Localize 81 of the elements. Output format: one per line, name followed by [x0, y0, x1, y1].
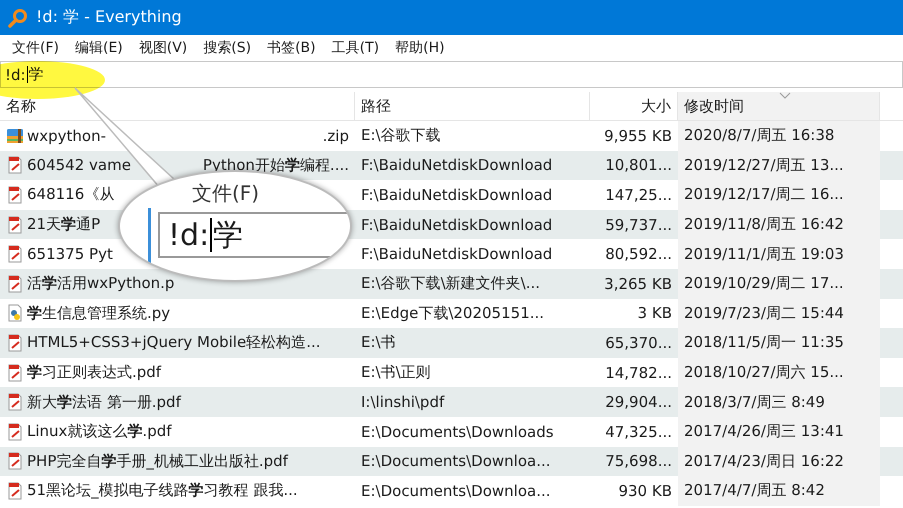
file-path: E:\谷歌下载: [361, 126, 441, 146]
file-path: E:\Documents\Downloads: [361, 422, 554, 441]
file-size: 14,782...: [605, 364, 672, 382]
pdf-file-icon: [6, 245, 24, 264]
modified-date: 2019/7/23/周二 15:44: [684, 304, 844, 323]
modified-date: 2018/3/7/周三 8:49: [684, 392, 825, 412]
file-path: F:\BaiduNetdiskDownload: [361, 186, 552, 204]
magnifier-icon: [8, 8, 28, 28]
file-name: HTML5+CSS3+jQuery Mobile轻松构造...: [27, 333, 321, 352]
file-size: 75,698...: [605, 452, 672, 470]
file-name: 活学活用wxPython.p: [27, 274, 174, 294]
file-size: 29,904...: [605, 393, 672, 412]
file-name: 学习正则表达式.pdf: [27, 363, 162, 382]
file-size: 3,265 KB: [604, 274, 672, 293]
file-path: E:\Edge下载\20205151...: [361, 304, 544, 323]
file-name: 学生信息管理系统.py: [27, 304, 170, 323]
column-header[interactable]: 路径: [355, 92, 590, 120]
file-size: 65,370...: [605, 334, 672, 352]
modified-date: 2019/11/8/周五 16:42: [684, 215, 844, 234]
pdf-file-icon: [6, 334, 24, 352]
file-name: PHP完全自学手册_机械工业出版社.pdf: [27, 452, 288, 471]
window-title: !d: 学 - Everything: [36, 7, 182, 28]
python-file-icon: [6, 304, 24, 322]
file-name: .zip: [322, 126, 349, 145]
magnified-menu-text: 文件(F): [192, 180, 260, 207]
pdf-file-icon: [6, 186, 24, 204]
menu-item[interactable]: 文件(F): [4, 38, 67, 56]
menu-item[interactable]: 帮助(H): [387, 38, 453, 56]
modified-date: 2017/4/26/周三 13:41: [684, 422, 844, 442]
file-name: Linux就该这么学.pdf: [27, 422, 172, 442]
pdf-file-icon: [6, 364, 24, 382]
pdf-file-icon: [6, 422, 24, 441]
menu-item[interactable]: 工具(T): [324, 38, 388, 56]
pdf-file-icon: [6, 452, 24, 470]
modified-date: 2019/10/29/周二 17...: [684, 274, 844, 294]
file-size: 47,325...: [605, 422, 672, 441]
modified-date: 2017/4/23/周日 16:22: [684, 452, 844, 471]
pdf-file-icon: [6, 216, 24, 234]
file-size: 59,737...: [605, 216, 672, 234]
file-size: 10,801...: [605, 156, 672, 174]
file-size: 9,955 KB: [604, 126, 672, 145]
pdf-file-icon: [6, 156, 24, 174]
file-path: E:\书: [361, 333, 396, 352]
file-size: 3 KB: [638, 304, 672, 322]
file-path: F:\BaiduNetdiskDownload: [361, 216, 552, 234]
file-path: F:\BaiduNetdiskDownload: [361, 156, 552, 174]
modified-date: 2020/8/7/周五 16:38: [684, 126, 834, 146]
file-name: 651375 Pyt: [27, 245, 113, 264]
pdf-file-icon: [6, 274, 24, 293]
modified-date: 2019/12/17/周二 16...: [684, 185, 844, 204]
file-path: I:\linshi\pdf: [361, 393, 444, 412]
file-name: 21天学通P: [27, 215, 100, 234]
menu-item[interactable]: 搜索(S): [195, 38, 260, 56]
modified-date: 2018/10/27/周六 15...: [684, 363, 844, 382]
pdf-file-icon: [6, 482, 24, 500]
file-name: 51黑论坛_模拟电子线路学习教程 跟我...: [27, 481, 298, 500]
file-name: wxpython-: [27, 126, 106, 145]
menu-item[interactable]: 视图(V): [130, 38, 196, 56]
modified-date: 2019/12/27/周五 13...: [684, 156, 844, 175]
file-path: F:\BaiduNetdiskDownload: [361, 245, 552, 264]
file-path: E:\书\正则: [361, 363, 431, 382]
file-size: 930 KB: [618, 482, 672, 500]
menu-item[interactable]: 编辑(E): [66, 38, 131, 56]
modified-date: 2019/11/1/周五 19:03: [684, 244, 844, 264]
column-header[interactable]: 修改时间: [678, 92, 880, 120]
file-name: 新大学法语 第一册.pdf: [27, 392, 181, 412]
file-path: E:\谷歌下载\新建文件夹\...: [361, 274, 540, 294]
file-path: E:\Documents\Downloa...: [361, 482, 551, 500]
file-path: E:\Documents\Downloa...: [361, 452, 551, 470]
modified-date: 2018/11/5/周一 11:35: [684, 333, 844, 352]
search-field[interactable]: !d: 学: [0, 61, 903, 88]
archive-icon: [6, 126, 24, 145]
file-name: 648116《从: [27, 185, 114, 204]
file-name: Python开始学编程....: [202, 156, 349, 175]
sort-caret-icon: [778, 92, 790, 99]
file-size: 147,25...: [605, 186, 672, 204]
menu-item[interactable]: 书签(B): [259, 38, 324, 56]
modified-date: 2017/4/7/周五 8:42: [684, 481, 825, 500]
file-name: 604542 vame: [27, 156, 131, 174]
pdf-file-icon: [6, 393, 24, 412]
file-size: 80,592...: [605, 245, 672, 264]
